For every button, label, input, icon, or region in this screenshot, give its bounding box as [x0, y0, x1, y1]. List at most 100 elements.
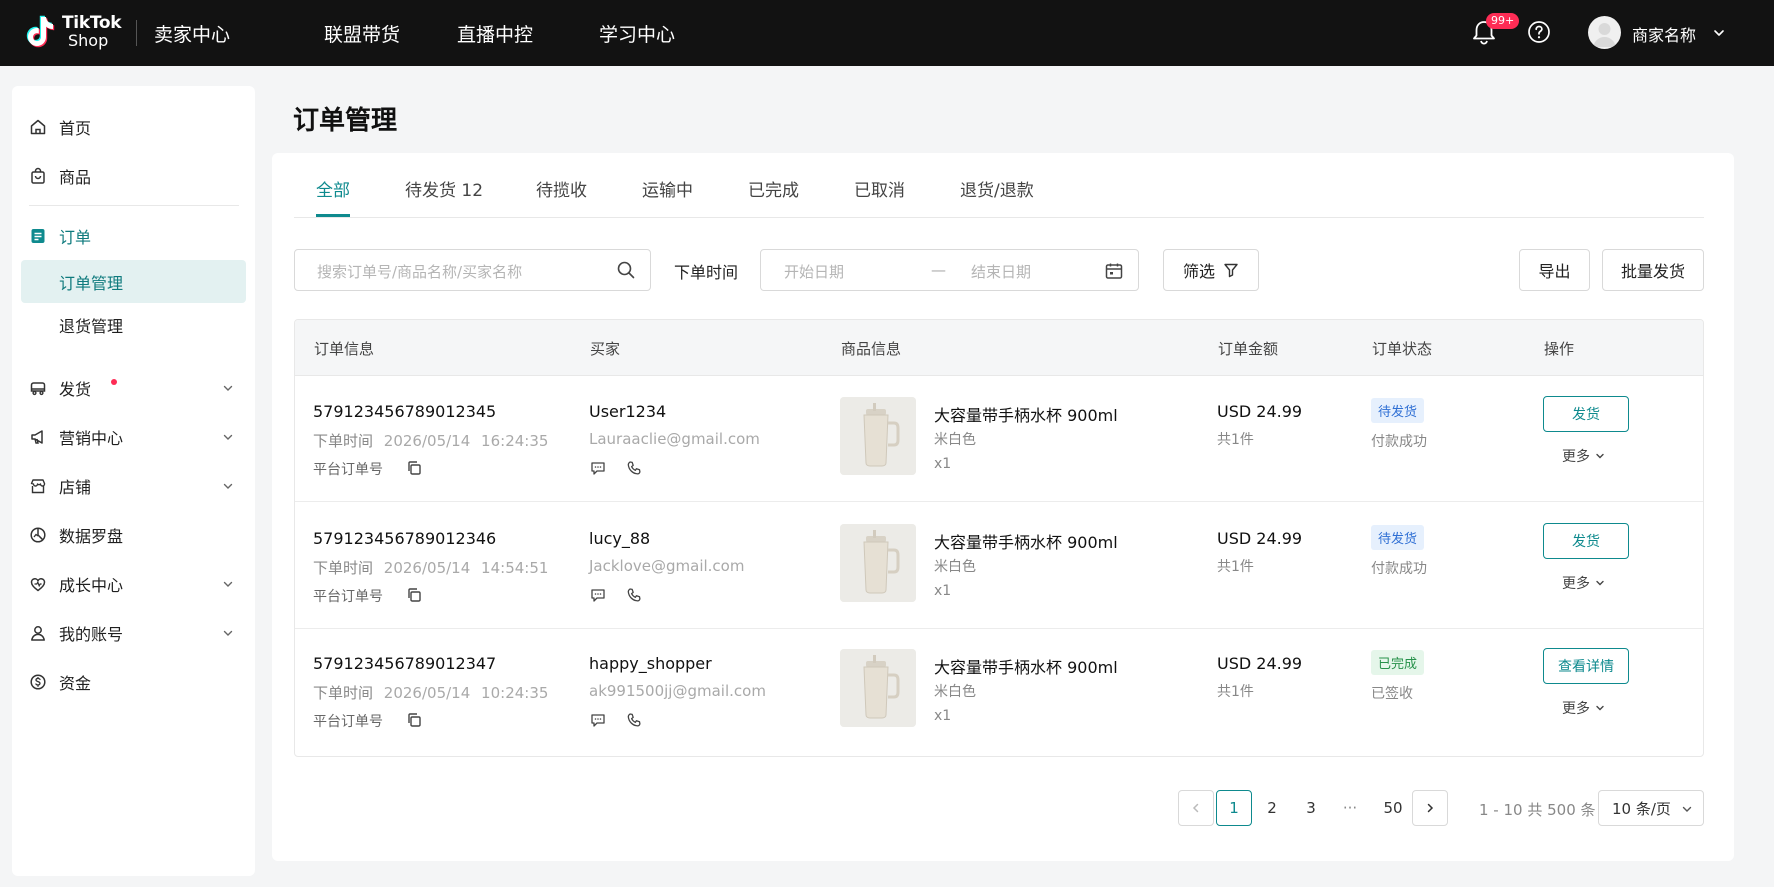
page-ellipsis[interactable]: ···	[1332, 790, 1368, 826]
more-actions-dropdown[interactable]: 更多	[1562, 573, 1605, 593]
row-action-button[interactable]: 发货	[1543, 523, 1629, 559]
top-bar: TikTok Shop 卖家中心 联盟带货 直播中控 学习中心 99+ 商家名称	[0, 0, 1774, 66]
end-date-input[interactable]: 结束日期	[971, 261, 1031, 282]
sidebar-subitem-order-manage[interactable]: 订单管理	[21, 260, 246, 303]
sidebar-item-home[interactable]: 首页	[12, 108, 255, 146]
more-actions-dropdown[interactable]: 更多	[1562, 698, 1605, 718]
sidebar-subitem-return-manage[interactable]: 退货管理	[21, 303, 246, 346]
filter-button[interactable]: 筛选	[1163, 249, 1259, 291]
platform-order-label: 平台订单号	[313, 589, 383, 605]
export-button[interactable]: 导出	[1519, 249, 1590, 291]
order-id[interactable]: 579123456789012346	[313, 529, 496, 548]
chevron-right-icon	[1427, 803, 1434, 813]
sidebar-item-data-compass[interactable]: 数据罗盘	[12, 516, 255, 554]
table-row[interactable]: 579123456789012347 下单时间 2026/05/14 10:24…	[295, 628, 1703, 754]
order-id[interactable]: 579123456789012347	[313, 654, 496, 673]
calendar-icon[interactable]	[1104, 261, 1124, 281]
chat-icon[interactable]	[590, 712, 606, 728]
sidebar-item-orders[interactable]: 订单	[12, 217, 255, 255]
tab-in-transit[interactable]: 运输中	[642, 176, 693, 201]
page-50-button[interactable]: 50	[1375, 790, 1411, 826]
more-actions-dropdown[interactable]: 更多	[1562, 446, 1605, 466]
help-icon[interactable]	[1527, 20, 1551, 44]
buyer-name[interactable]: User1234	[589, 402, 666, 421]
chat-icon[interactable]	[590, 460, 606, 476]
search-icon[interactable]	[616, 260, 636, 280]
next-page-button[interactable]	[1412, 790, 1448, 826]
sidebar-item-account[interactable]: 我的账号	[12, 614, 255, 652]
tab-to-collect[interactable]: 待揽收	[536, 176, 587, 201]
buyer-name[interactable]: happy_shopper	[589, 654, 712, 673]
product-quantity: x1	[934, 583, 952, 599]
page-size-select[interactable]: 10 条/页	[1598, 790, 1704, 826]
more-label: 更多	[1562, 449, 1590, 465]
tab-cancelled[interactable]: 已取消	[854, 176, 905, 201]
buyer-name[interactable]: lucy_88	[589, 529, 650, 548]
order-time-label: 下单时间	[674, 263, 739, 282]
coin-icon	[30, 674, 46, 690]
order-amount: USD 24.99	[1217, 529, 1303, 548]
table-row[interactable]: 579123456789012346 下单时间 2026/05/14 14:54…	[295, 503, 1703, 629]
sidebar-item-growth[interactable]: 成长中心	[12, 565, 255, 603]
tab-to-ship[interactable]: 待发货 12	[405, 176, 483, 201]
product-name[interactable]: 大容量带手柄水杯 900ml	[934, 402, 1118, 426]
phone-icon[interactable]	[626, 712, 642, 728]
page-1-button[interactable]: 1	[1216, 790, 1252, 826]
item-count: 共1件	[1217, 559, 1254, 575]
product-variant: 米白色	[934, 684, 976, 700]
order-status-tabs: 全部 待发货 12 待揽收 运输中 已完成 已取消 退货/退款	[294, 154, 1704, 218]
row-action-button[interactable]: 发货	[1543, 396, 1629, 432]
copy-icon[interactable]	[406, 587, 422, 603]
logo-text-tiktok: TikTok	[62, 13, 122, 33]
sidebar-item-shipping[interactable]: 发货	[12, 369, 255, 407]
product-name[interactable]: 大容量带手柄水杯 900ml	[934, 654, 1118, 678]
search-input[interactable]: 搜索订单号/商品名称/买家名称	[294, 249, 651, 291]
column-header-buyer: 买家	[590, 340, 621, 358]
batch-ship-button[interactable]: 批量发货	[1602, 249, 1704, 291]
tab-completed[interactable]: 已完成	[748, 176, 799, 201]
tab-returns-refunds[interactable]: 退货/退款	[960, 176, 1034, 201]
chevron-down-icon	[223, 385, 233, 391]
copy-icon[interactable]	[406, 712, 422, 728]
tiktok-shop-logo[interactable]: TikTok Shop	[26, 13, 122, 50]
product-image[interactable]	[840, 524, 916, 602]
chat-icon[interactable]	[590, 587, 606, 603]
column-header-product: 商品信息	[841, 340, 902, 358]
table-row[interactable]: 579123456789012345 下单时间 2026/05/14 16:24…	[295, 376, 1703, 502]
start-date-input[interactable]: 开始日期	[784, 261, 844, 282]
nav-affiliate[interactable]: 联盟带货	[324, 20, 400, 47]
tab-all[interactable]: 全部	[316, 176, 350, 201]
product-image[interactable]	[840, 649, 916, 727]
phone-icon[interactable]	[626, 587, 642, 603]
merchant-name[interactable]: 商家名称	[1632, 22, 1696, 46]
sidebar-item-products[interactable]: 商品	[12, 157, 255, 195]
store-icon	[30, 479, 46, 494]
user-icon	[31, 626, 45, 641]
nav-learning-center[interactable]: 学习中心	[599, 20, 675, 47]
phone-icon[interactable]	[626, 460, 642, 476]
item-count: 共1件	[1217, 684, 1254, 700]
chevron-down-icon[interactable]	[1712, 26, 1726, 40]
page-3-button[interactable]: 3	[1293, 790, 1329, 826]
row-action-button[interactable]: 查看详情	[1543, 648, 1629, 684]
order-id[interactable]: 579123456789012345	[313, 402, 496, 421]
column-header-order-info: 订单信息	[314, 340, 375, 358]
sidebar-item-funds[interactable]: 资金	[12, 663, 255, 701]
top-divider	[136, 20, 137, 46]
page-2-button[interactable]: 2	[1254, 790, 1290, 826]
pagination-info: 1 - 10 共 500 条	[1479, 801, 1596, 819]
product-image[interactable]	[840, 397, 916, 475]
growth-heart-icon	[30, 578, 46, 592]
avatar[interactable]	[1588, 16, 1621, 49]
sidebar-item-marketing[interactable]: 营销中心	[12, 418, 255, 456]
product-name[interactable]: 大容量带手柄水杯 900ml	[934, 529, 1118, 553]
copy-icon[interactable]	[406, 460, 422, 476]
site-title[interactable]: 卖家中心	[154, 20, 230, 47]
chevron-down-icon	[223, 434, 233, 440]
sidebar-item-store[interactable]: 店铺	[12, 467, 255, 505]
buyer-email: ak991500jj@gmail.com	[589, 682, 766, 700]
date-range-picker[interactable]: 开始日期 — 结束日期	[760, 249, 1139, 291]
prev-page-button[interactable]	[1178, 790, 1214, 826]
nav-live-control[interactable]: 直播中控	[457, 20, 533, 47]
chevron-down-icon	[1596, 580, 1604, 586]
